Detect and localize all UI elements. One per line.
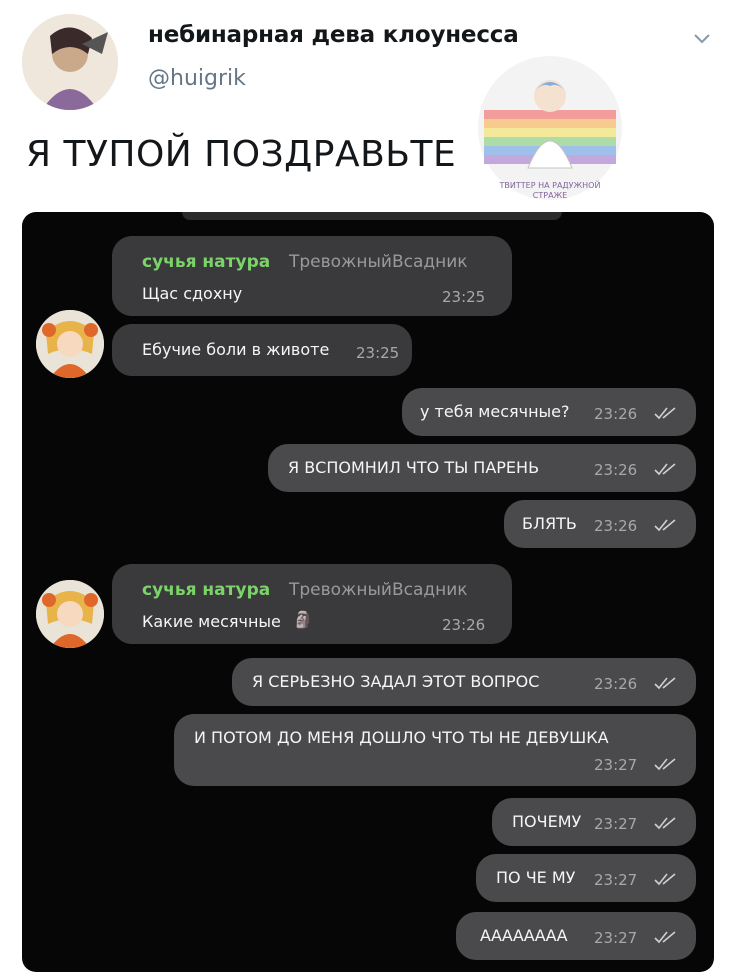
message-time: 23:26 bbox=[594, 675, 638, 693]
tweet-text: Я ТУПОЙ ПОЗДРАВЬТЕ bbox=[26, 134, 457, 175]
message-text: И ПОТОМ ДО МЕНЯ ДОШЛО ЧТО ТЫ НЕ ДЕВУШКА bbox=[194, 728, 609, 747]
message-bubble[interactable]: И ПОТОМ ДО МЕНЯ ДОШЛО ЧТО ТЫ НЕ ДЕВУШКА … bbox=[174, 714, 696, 786]
message-bubble[interactable]: у тебя месячные? 23:26 bbox=[402, 388, 696, 436]
read-checkmarks-icon bbox=[654, 407, 676, 420]
read-checkmarks-icon bbox=[654, 931, 676, 944]
sender-name[interactable]: сучья натура bbox=[142, 580, 270, 600]
read-checkmarks-icon bbox=[654, 817, 676, 830]
message-text: Какие месячные bbox=[142, 612, 281, 631]
display-name[interactable]: небинарная дева клоунесса bbox=[148, 22, 519, 48]
sender-name[interactable]: сучья натура bbox=[142, 252, 270, 272]
message-time: 23:27 bbox=[594, 871, 638, 889]
message-bubble[interactable]: Я ВСПОМНИЛ ЧТО ТЫ ПАРЕНЬ 23:26 bbox=[268, 444, 696, 492]
message-text: Щас сдохну bbox=[142, 284, 243, 303]
message-time: 23:26 bbox=[594, 461, 638, 479]
sender-title: ТревожныйВсадник bbox=[289, 252, 468, 272]
message-text: ПОЧЕМУ bbox=[512, 812, 582, 831]
watermark-logo: ТВИТТЕР НА РАДУЖНОЙ СТРАЖЕ bbox=[478, 56, 622, 200]
profile-avatar[interactable] bbox=[22, 14, 118, 110]
message-bubble[interactable]: сучья натура ТревожныйВсадник Щас сдохну… bbox=[112, 236, 512, 316]
chat-top-edge bbox=[182, 212, 562, 220]
message-time: 23:25 bbox=[442, 288, 486, 306]
read-checkmarks-icon bbox=[654, 463, 676, 476]
message-text: Я СЕРЬЕЗНО ЗАДАЛ ЭТОТ ВОПРОС bbox=[252, 672, 540, 691]
sender-title: ТревожныйВсадник bbox=[289, 580, 468, 600]
contact-avatar bbox=[36, 580, 104, 648]
message-text: АААААААА bbox=[480, 926, 568, 945]
message-time: 23:27 bbox=[594, 929, 638, 947]
message-text: у тебя месячные? bbox=[420, 402, 570, 421]
contact-avatar bbox=[36, 310, 104, 378]
message-text: Я ВСПОМНИЛ ЧТО ТЫ ПАРЕНЬ bbox=[288, 458, 540, 477]
message-time: 23:27 bbox=[594, 756, 638, 774]
read-checkmarks-icon bbox=[654, 519, 676, 532]
message-text: Ебучие боли в животе bbox=[142, 340, 330, 359]
message-bubble[interactable]: БЛЯТЬ 23:26 bbox=[504, 500, 696, 548]
message-time: 23:26 bbox=[594, 517, 638, 535]
message-bubble[interactable]: Я СЕРЬЕЗНО ЗАДАЛ ЭТОТ ВОПРОС 23:26 bbox=[232, 658, 696, 706]
read-checkmarks-icon bbox=[654, 873, 676, 886]
message-time: 23:26 bbox=[594, 405, 638, 423]
read-checkmarks-icon bbox=[654, 677, 676, 690]
moai-emoji: 🗿 bbox=[293, 610, 313, 629]
message-text: БЛЯТЬ bbox=[522, 514, 577, 533]
message-bubble[interactable]: сучья натура ТревожныйВсадник Какие меся… bbox=[112, 564, 512, 644]
message-bubble[interactable]: АААААААА 23:27 bbox=[456, 912, 696, 960]
message-bubble[interactable]: ПОЧЕМУ 23:27 bbox=[492, 798, 696, 846]
message-bubble[interactable]: ПО ЧЕ МУ 23:27 bbox=[476, 854, 696, 902]
user-handle[interactable]: @huigrik bbox=[148, 66, 246, 91]
chat-screenshot: сучья натура ТревожныйВсадник Щас сдохну… bbox=[22, 212, 714, 972]
message-text: ПО ЧЕ МУ bbox=[496, 868, 576, 887]
message-time: 23:25 bbox=[356, 344, 400, 362]
message-time: 23:27 bbox=[594, 815, 638, 833]
svg-text:ТВИТТЕР НА РАДУЖНОЙ: ТВИТТЕР НА РАДУЖНОЙ bbox=[499, 179, 601, 190]
svg-text:СТРАЖЕ: СТРАЖЕ bbox=[533, 191, 567, 200]
message-time: 23:26 bbox=[442, 616, 486, 634]
chevron-down-icon[interactable] bbox=[690, 26, 714, 50]
message-bubble[interactable]: Ебучие боли в животе 23:25 bbox=[112, 324, 412, 376]
read-checkmarks-icon bbox=[654, 758, 676, 771]
